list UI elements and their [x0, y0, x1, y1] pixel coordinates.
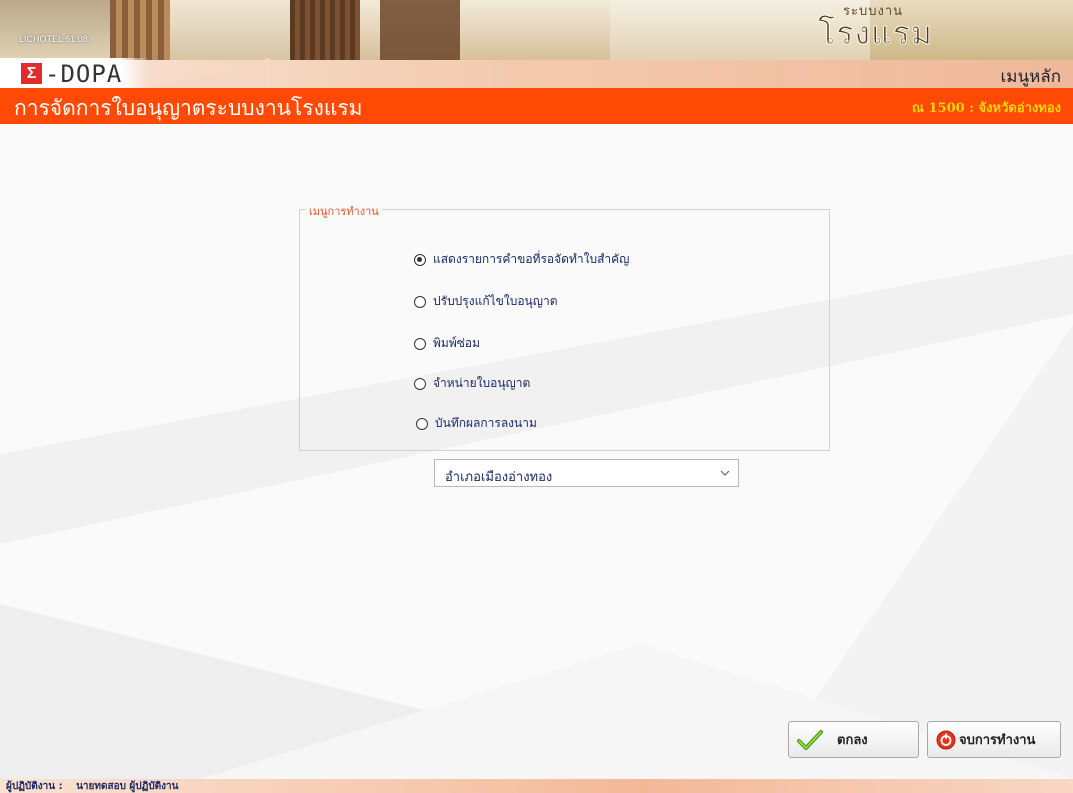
radio-button[interactable]: [414, 377, 426, 390]
exit-button-label: จบการทำงาน: [959, 733, 1036, 748]
option-update-license[interactable]: ปรับปรุงแก้ไขใบอนุญาต: [414, 292, 557, 311]
option-label: บันทึกผลการลงนาม: [435, 416, 537, 430]
option-pending-requests[interactable]: แสดงรายการคำขอที่รอจัดทำใบสำคัญ: [414, 250, 629, 269]
power-stop-icon: [936, 730, 956, 749]
menu-fieldset: [299, 209, 830, 451]
option-label: จำหน่ายใบอนุญาต: [433, 376, 531, 390]
banner-photo: [290, 0, 360, 60]
banner-photo: [170, 0, 310, 60]
title-bar: การจัดการใบอนุญาตระบบงานโรงแรม ณ 1500 : …: [0, 88, 1073, 124]
radio-button[interactable]: [414, 337, 426, 350]
main-menu-link[interactable]: เมนูหลัก: [1000, 63, 1061, 88]
option-label: ปรับปรุงแก้ไขใบอนุญาต: [433, 294, 558, 308]
radio-button-selected[interactable]: [414, 253, 426, 266]
page-title: การจัดการใบอนุญาตระบบงานโรงแรม: [14, 96, 363, 120]
banner-photo: [110, 0, 170, 60]
dopa-logo-text: -DOPA: [45, 60, 123, 88]
banner-photo: [0, 0, 110, 60]
operator-name: นายทดสอบ ผู้ปฏิบัติงาน: [76, 781, 179, 792]
ok-button-label: ตกลง: [837, 733, 868, 748]
option-record-signing[interactable]: บันทึกผลการลงนาม: [416, 414, 537, 433]
operator-label: ผู้ปฏิบัติงาน :: [6, 781, 63, 792]
exit-button[interactable]: จบการทำงาน: [927, 721, 1061, 758]
chevron-down-icon: [720, 470, 730, 476]
option-label: พิมพ์ซ่อม: [433, 336, 480, 350]
ok-button[interactable]: ตกลง: [788, 721, 919, 758]
radio-button[interactable]: [414, 295, 426, 308]
location-label: ณ 1500 : จังหวัดอ่างทอง: [911, 101, 1061, 116]
banner-decoration: [150, 58, 270, 88]
option-reprint[interactable]: พิมพ์ซ่อม: [414, 334, 480, 353]
option-label: แสดงรายการคำขอที่รอจัดทำใบสำคัญ: [433, 252, 630, 266]
menu-legend: เมนูการทำงาน: [306, 202, 382, 220]
checkmark-icon: [797, 729, 823, 750]
dopa-logo-icon: Σ: [21, 63, 42, 84]
app-version-code: LICHOTEL 61.08: [19, 34, 88, 44]
status-bar: ผู้ปฏิบัติงาน : นายทดสอบ ผู้ปฏิบัติงาน: [0, 779, 1073, 793]
system-title: โรงแรม: [818, 14, 933, 53]
status-text: ผู้ปฏิบัติงาน : นายทดสอบ ผู้ปฏิบัติงาน: [6, 779, 189, 793]
district-select-value: อำเภอเมืองอ่างทอง: [445, 470, 553, 485]
radio-button[interactable]: [416, 417, 428, 430]
district-select[interactable]: อำเภอเมืองอ่างทอง: [434, 459, 739, 487]
banner-photo: [380, 0, 460, 60]
option-dispose-license[interactable]: จำหน่ายใบอนุญาต: [414, 374, 530, 393]
header-banner: LICHOTEL 61.08 Σ -DOPA ระบบงาน โรงแรม เม…: [0, 0, 1073, 88]
